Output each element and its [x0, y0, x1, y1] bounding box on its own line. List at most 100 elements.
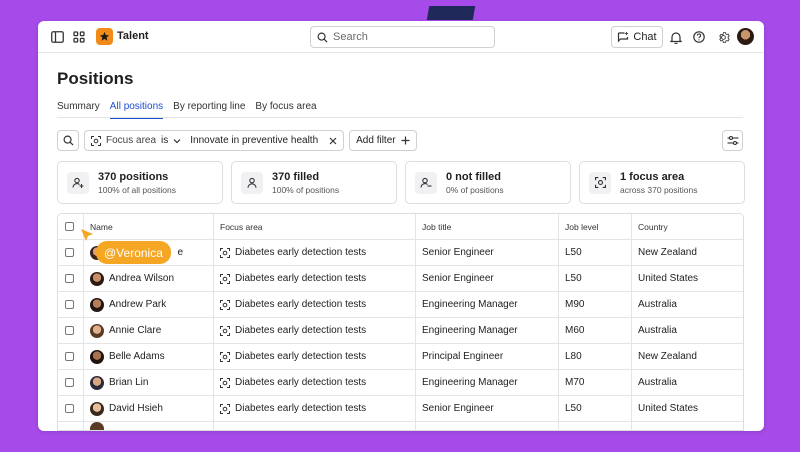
focus-area-value: Diabetes early detection tests	[235, 377, 367, 388]
view-settings-button[interactable]	[722, 130, 743, 151]
person-name[interactable]: Andrew Park	[109, 299, 166, 310]
chat-sparkle-icon	[618, 31, 629, 43]
focus-area-icon	[220, 299, 230, 310]
job-title: Engineering Manager	[416, 370, 559, 395]
person-name[interactable]: Andrea Wilson	[109, 273, 174, 284]
focus-area-value: Diabetes early detection tests	[235, 273, 367, 284]
table-row[interactable]: David Hsieh Diabetes early detection tes…	[58, 396, 743, 422]
card-title: 370 filled	[272, 170, 320, 183]
country: New Zealand	[638, 247, 697, 258]
row-checkbox[interactable]	[65, 326, 74, 335]
search-icon	[63, 135, 74, 146]
app-name: Talent	[117, 30, 149, 42]
job-title: Senior Engineer	[416, 240, 559, 265]
focus-area-filter-chip[interactable]: Focus area is Innovate in preventive hea…	[84, 130, 345, 151]
person-name[interactable]: Annie Clare	[109, 325, 161, 336]
sidebar-toggle-icon[interactable]	[48, 28, 66, 46]
job-level: L50	[559, 266, 632, 291]
table-row-partial	[58, 422, 743, 430]
focus-area-icon	[220, 377, 230, 388]
filter-field: Focus area	[106, 135, 157, 146]
grid-icon[interactable]	[70, 28, 88, 46]
column-header-country[interactable]: Country	[632, 214, 743, 239]
table-row[interactable]: Andrew Park Diabetes early detection tes…	[58, 292, 743, 318]
job-level: L50	[559, 240, 632, 265]
table-row[interactable]: Andrea Wilson Diabetes early detection t…	[58, 266, 743, 292]
collaborator-cursor-icon	[81, 229, 93, 241]
app-window: Talent Search Chat Positions Summary All…	[38, 21, 764, 431]
focus-area-icon	[220, 247, 230, 258]
background-accent	[426, 6, 476, 20]
column-header-job-title[interactable]: Job title	[416, 214, 559, 239]
chevron-down-icon[interactable]	[173, 138, 181, 144]
country: Australia	[638, 377, 677, 388]
summary-card-filled[interactable]: 370 filled 100% of positions	[231, 161, 397, 204]
search-input[interactable]: Search	[310, 26, 495, 48]
row-checkbox[interactable]	[65, 274, 74, 283]
row-checkbox[interactable]	[65, 378, 74, 387]
user-minus-icon	[415, 171, 437, 194]
user-icon	[241, 171, 263, 194]
country: Australia	[638, 325, 677, 336]
gear-icon[interactable]	[714, 28, 732, 46]
table-row[interactable]: Brian Lin Diabetes early detection tests…	[58, 370, 743, 396]
avatar	[90, 297, 104, 312]
job-level: M60	[559, 318, 632, 343]
focus-area-icon	[589, 171, 611, 194]
job-title: Engineering Manager	[416, 292, 559, 317]
row-checkbox[interactable]	[65, 300, 74, 309]
filter-value[interactable]: Innovate in preventive health	[190, 135, 318, 146]
row-checkbox[interactable]	[65, 352, 74, 361]
star-icon[interactable]	[96, 28, 113, 45]
focus-area-icon	[220, 325, 230, 336]
chat-button[interactable]: Chat	[611, 26, 663, 48]
row-checkbox[interactable]	[65, 404, 74, 413]
avatar[interactable]	[737, 28, 754, 45]
person-name[interactable]: Brian Lin	[109, 377, 148, 388]
avatar	[90, 271, 104, 286]
column-header-name[interactable]: Name	[84, 214, 214, 239]
filter-search-button[interactable]	[57, 130, 79, 151]
card-subtitle: across 370 positions	[620, 184, 698, 195]
add-filter-button[interactable]: Add filter	[349, 130, 417, 151]
table-row[interactable]: Belle Adams Diabetes early detection tes…	[58, 344, 743, 370]
select-all-checkbox[interactable]	[65, 222, 74, 231]
job-level: M90	[559, 292, 632, 317]
filter-bar: Focus area is Innovate in preventive hea…	[57, 130, 417, 152]
country: New Zealand	[638, 351, 697, 362]
filter-operator[interactable]: is	[161, 135, 168, 146]
person-name[interactable]: Belle Adams	[109, 351, 165, 362]
help-icon[interactable]	[690, 28, 708, 46]
focus-area-value: Diabetes early detection tests	[235, 299, 367, 310]
focus-area-value: Diabetes early detection tests	[235, 403, 367, 414]
user-plus-icon	[67, 171, 89, 194]
job-title: Engineering Manager	[416, 318, 559, 343]
chat-label: Chat	[633, 31, 657, 43]
job-title: Senior Engineer	[416, 396, 559, 421]
focus-area-value: Diabetes early detection tests	[235, 351, 367, 362]
bell-icon[interactable]	[667, 28, 685, 46]
table-header: Name Focus area Job title Job level Coun…	[58, 214, 743, 240]
person-name[interactable]: David Hsieh	[109, 403, 163, 414]
tabs-divider	[57, 117, 743, 118]
summary-card-not-filled[interactable]: 0 not filled 0% of positions	[405, 161, 571, 204]
card-title: 370 positions	[98, 170, 169, 183]
column-header-focus-area[interactable]: Focus area	[214, 214, 416, 239]
row-checkbox[interactable]	[65, 248, 74, 257]
job-title: Senior Engineer	[416, 266, 559, 291]
card-title: 1 focus area	[620, 170, 685, 183]
summary-card-positions[interactable]: 370 positions 100% of all positions	[57, 161, 223, 204]
collaborator-cursor-label: @Veronica	[96, 241, 171, 264]
table-row[interactable]: Annie Clare Diabetes early detection tes…	[58, 318, 743, 344]
avatar	[90, 323, 104, 338]
page-title: Positions	[57, 69, 134, 88]
focus-area-icon	[220, 351, 230, 362]
top-bar: Talent Search Chat	[38, 21, 764, 53]
card-title: 0 not filled	[446, 170, 501, 183]
job-level: L50	[559, 396, 632, 421]
country: United States	[638, 273, 699, 284]
focus-area-icon	[220, 403, 230, 414]
column-header-job-level[interactable]: Job level	[559, 214, 632, 239]
close-icon[interactable]	[329, 137, 337, 145]
summary-card-focus-area[interactable]: 1 focus area across 370 positions	[579, 161, 745, 204]
